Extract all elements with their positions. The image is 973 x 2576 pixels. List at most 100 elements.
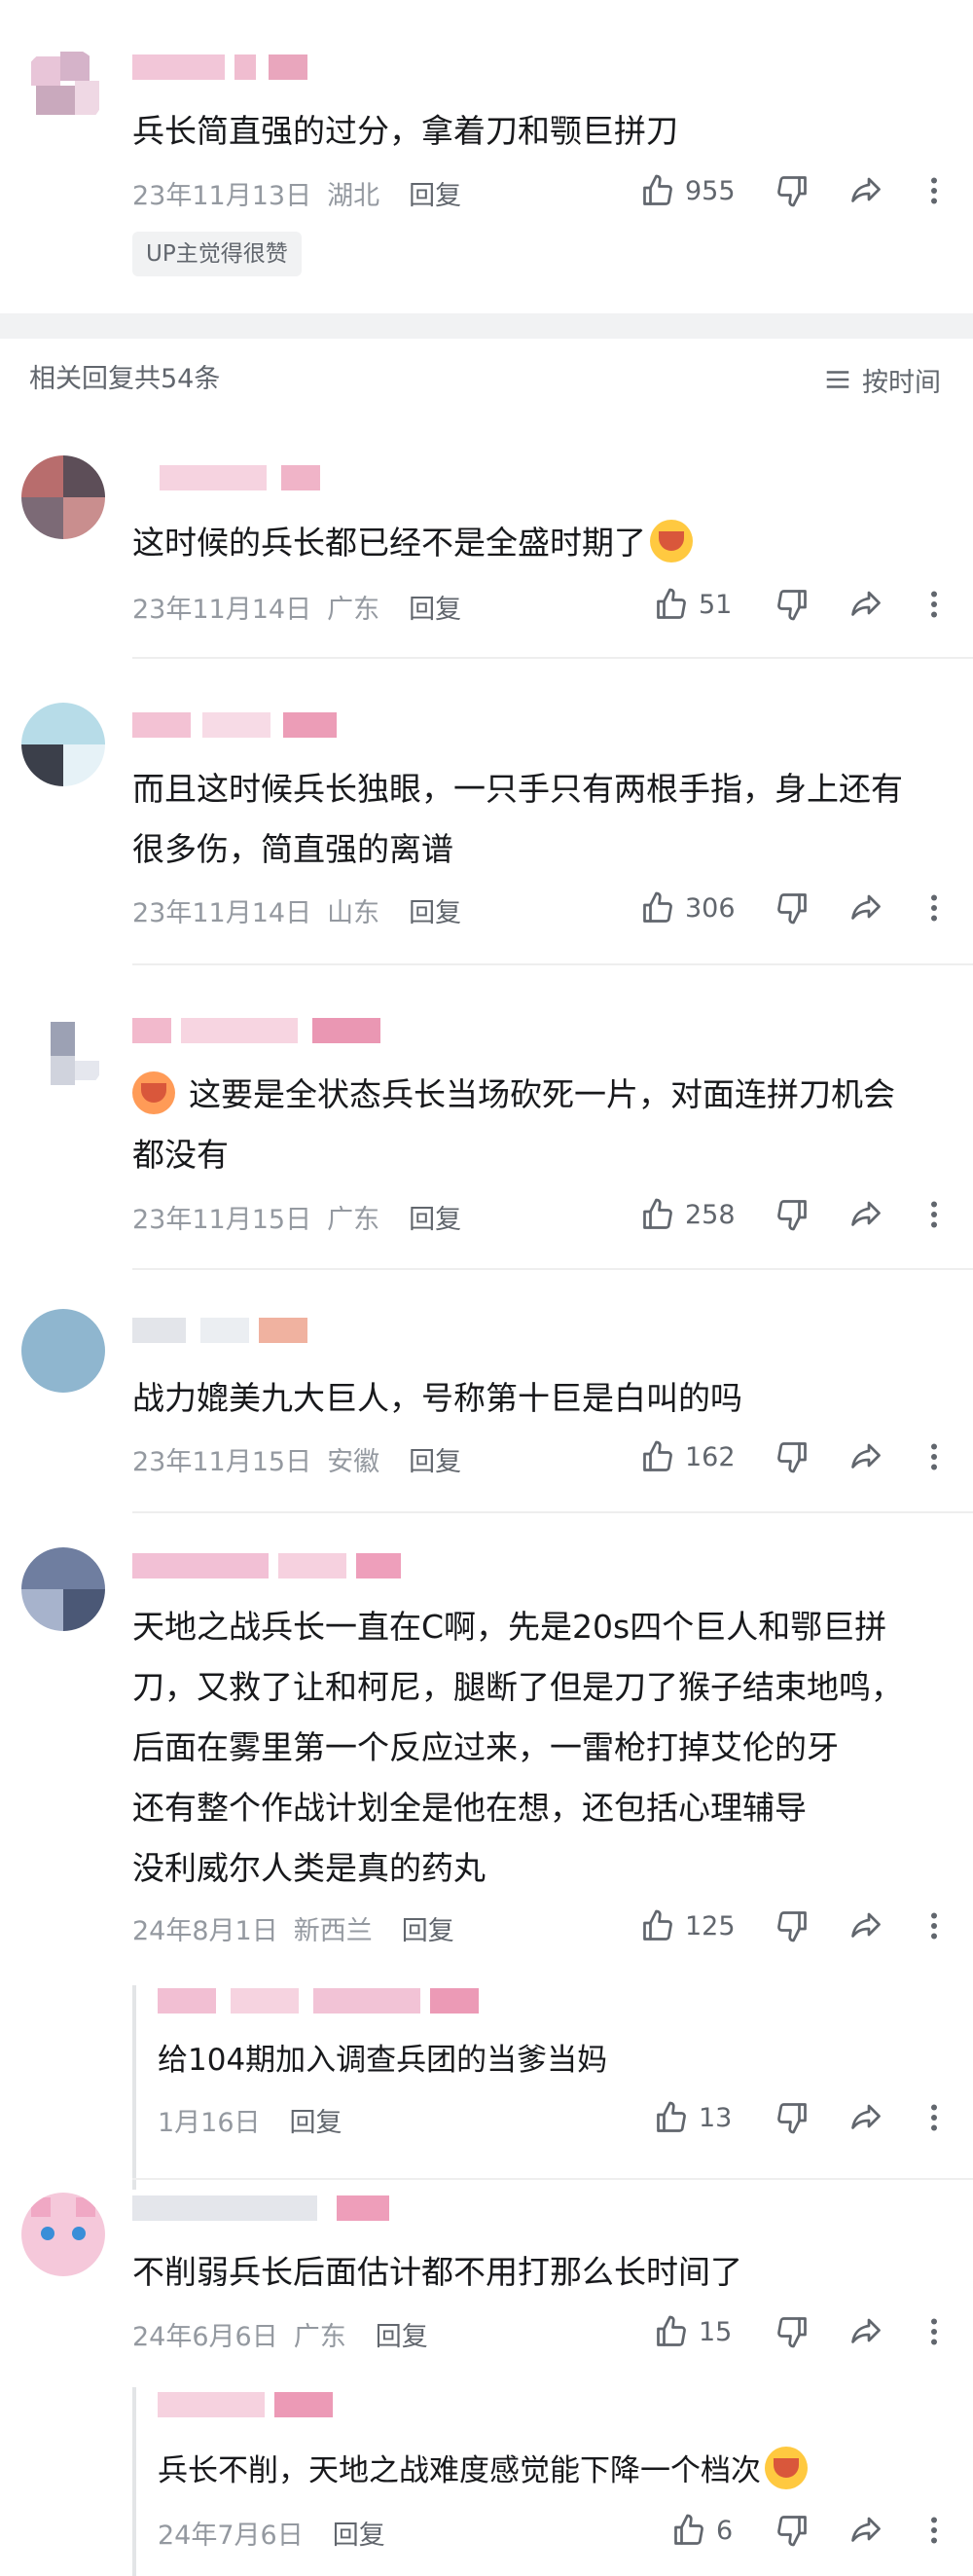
comment-meta: 23年11月13日 湖北 回复 — [132, 174, 461, 212]
thumbs-up-icon — [643, 1198, 672, 1229]
dislike-button[interactable] — [775, 587, 810, 626]
more-button[interactable] — [924, 2513, 944, 2552]
reply-button[interactable]: 回复 — [376, 2315, 428, 2353]
comment-text: 兵长简直强的过分，拿着刀和颚巨拼刀 — [132, 112, 678, 150]
more-vertical-icon — [931, 894, 937, 922]
username-blurred[interactable] — [158, 2392, 333, 2417]
comment-meta: 23年11月14日 山东 回复 — [132, 891, 461, 929]
avatar[interactable] — [21, 1012, 105, 1096]
like-button[interactable]: 6 — [671, 2513, 733, 2548]
like-button[interactable]: 125 — [640, 1908, 736, 1943]
more-button[interactable] — [924, 2314, 944, 2353]
share-button[interactable] — [848, 1439, 883, 1478]
comment-text: 天地之战兵长一直在C啊，先是20s四个巨人和鄂巨拼 刀，又救了让和柯尼，腿断了但… — [132, 1608, 903, 1887]
username-blurred[interactable] — [132, 1553, 401, 1578]
dislike-button[interactable] — [775, 1197, 810, 1236]
comment-location: 山东 — [327, 897, 380, 928]
comment-actions: 306 — [640, 890, 952, 929]
like-count: 6 — [716, 2515, 734, 2546]
avatar[interactable] — [21, 455, 105, 539]
thumbs-down-icon — [777, 1442, 807, 1473]
username-blurred[interactable] — [132, 1318, 307, 1343]
comment-location: 广东 — [293, 2321, 346, 2352]
more-button[interactable] — [924, 173, 944, 212]
comment-date: 23年11月13日 — [132, 180, 312, 211]
comment-date: 1月16日 — [158, 2107, 261, 2138]
share-icon — [851, 591, 881, 616]
reply-button[interactable]: 回复 — [409, 1440, 461, 1478]
share-button[interactable] — [848, 1197, 883, 1236]
username-blurred[interactable] — [158, 1988, 479, 2014]
reply-button[interactable]: 回复 — [402, 1909, 454, 1947]
username-blurred[interactable] — [132, 712, 337, 738]
comment-text: 不削弱兵长后面估计都不用打那么长时间了 — [132, 2253, 742, 2291]
like-button[interactable]: 15 — [654, 2314, 732, 2349]
more-button[interactable] — [924, 1908, 944, 1947]
comment-date: 24年8月1日 — [132, 1915, 278, 1946]
more-button[interactable] — [924, 587, 944, 626]
comment-location: 广东 — [327, 594, 380, 625]
share-button[interactable] — [848, 890, 883, 929]
username-blurred[interactable] — [160, 465, 325, 490]
more-vertical-icon — [931, 1443, 937, 1470]
share-button[interactable] — [848, 587, 883, 626]
thumbs-down-icon — [777, 2103, 807, 2134]
share-button[interactable] — [848, 2513, 883, 2552]
comment-text: 战力媲美九大巨人，号称第十巨是白叫的吗 — [132, 1379, 742, 1417]
more-button[interactable] — [924, 1197, 944, 1236]
like-count: 162 — [685, 1441, 736, 1472]
reply-button[interactable]: 回复 — [409, 588, 461, 626]
more-button[interactable] — [924, 1439, 944, 1478]
thumbs-up-icon — [643, 1440, 672, 1471]
like-button[interactable]: 51 — [654, 587, 732, 622]
like-button[interactable]: 306 — [640, 890, 736, 925]
reply-button[interactable]: 回复 — [333, 2514, 385, 2552]
dislike-button[interactable] — [775, 2100, 810, 2139]
dislike-button[interactable] — [775, 2314, 810, 2353]
share-button[interactable] — [848, 1908, 883, 1947]
share-button[interactable] — [848, 2314, 883, 2353]
username-blurred[interactable] — [132, 54, 307, 80]
share-icon — [851, 2318, 881, 2343]
thumbs-up-icon — [643, 891, 672, 923]
comment-location: 新西兰 — [293, 1915, 373, 1946]
reply-button[interactable]: 回复 — [409, 1198, 461, 1236]
username-blurred[interactable] — [132, 2195, 389, 2221]
thumbs-down-icon — [777, 2317, 807, 2348]
like-button[interactable]: 955 — [640, 173, 736, 208]
comment-divider — [132, 2178, 973, 2180]
avatar[interactable] — [21, 47, 105, 130]
comment-date: 24年7月6日 — [158, 2520, 304, 2551]
avatar[interactable] — [21, 2193, 105, 2276]
like-button[interactable]: 258 — [640, 1197, 736, 1232]
comment-date: 24年6月6日 — [132, 2321, 278, 2352]
comment-actions: 162 — [640, 1439, 952, 1478]
dislike-button[interactable] — [775, 1908, 810, 1947]
share-button[interactable] — [848, 173, 883, 212]
more-button[interactable] — [924, 890, 944, 929]
comment-actions: 6 — [671, 2513, 952, 2552]
sort-toggle[interactable]: 按时间 — [823, 360, 941, 399]
sub-reply-text: 给104期加入调查兵团的当爹当妈 — [158, 2043, 608, 2078]
avatar[interactable] — [21, 1547, 105, 1631]
comment-date: 23年11月14日 — [132, 897, 312, 928]
more-vertical-icon — [931, 1912, 937, 1940]
username-blurred[interactable] — [132, 1018, 385, 1043]
like-button[interactable]: 13 — [654, 2100, 732, 2135]
dislike-button[interactable] — [775, 1439, 810, 1478]
avatar[interactable] — [21, 703, 105, 786]
avatar[interactable] — [21, 1309, 105, 1393]
more-vertical-icon — [931, 2104, 937, 2131]
dislike-button[interactable] — [775, 2513, 810, 2552]
reply-button[interactable]: 回复 — [409, 891, 461, 929]
thumbs-up-icon — [643, 174, 672, 205]
like-button[interactable]: 162 — [640, 1439, 736, 1474]
comment-location: 安徽 — [327, 1446, 380, 1477]
sub-reply-line — [132, 2387, 136, 2576]
dislike-button[interactable] — [775, 173, 810, 212]
reply-button[interactable]: 回复 — [409, 174, 461, 212]
share-button[interactable] — [848, 2100, 883, 2139]
reply-button[interactable]: 回复 — [290, 2101, 342, 2139]
dislike-button[interactable] — [775, 890, 810, 929]
more-button[interactable] — [924, 2100, 944, 2139]
